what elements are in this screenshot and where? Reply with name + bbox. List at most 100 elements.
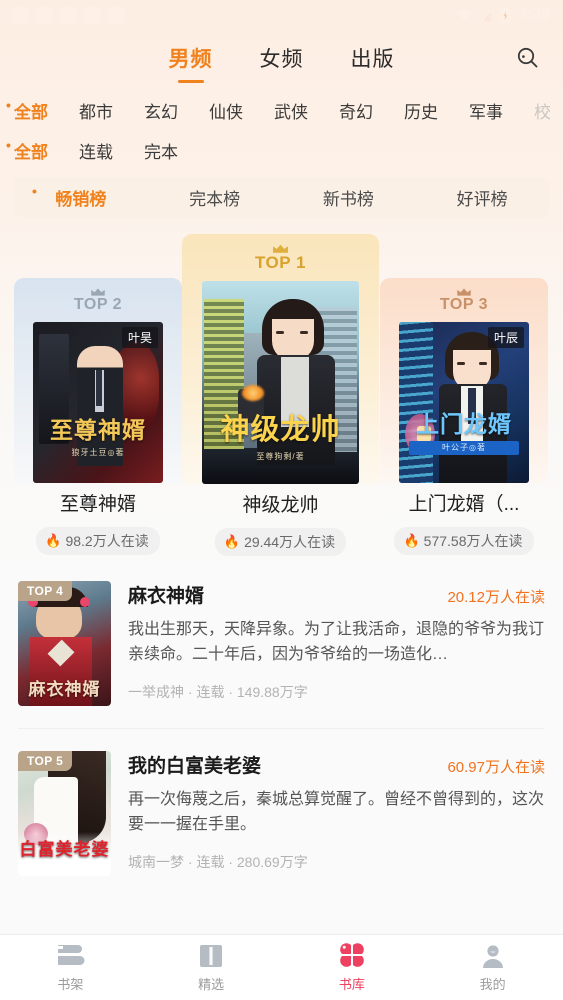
signal-off-icon bbox=[480, 8, 492, 22]
rank-badge: TOP 5 bbox=[18, 751, 73, 771]
podium-reader-count: 29.44万人在读 bbox=[244, 534, 336, 550]
list-item[interactable]: 麻衣神婿 TOP 4 麻衣神婿 20.12万人在读 我出生那天，天降异象。为了让… bbox=[18, 559, 545, 706]
genre-filter-urban[interactable]: 都市 bbox=[79, 98, 113, 123]
cover-character-name: 叶昊 bbox=[121, 326, 158, 348]
user-icon bbox=[482, 944, 503, 968]
status-placeholder-block bbox=[60, 6, 77, 24]
book-title: 麻衣神婿 bbox=[128, 586, 205, 607]
genre-filter-history[interactable]: 历史 bbox=[404, 98, 438, 123]
top-tab-bar: 男频 女频 出版 bbox=[0, 30, 563, 85]
podium-book-title: 至尊神婿 bbox=[59, 494, 136, 515]
podium-reader-count-pill: 🔥 29.44万人在读 bbox=[214, 528, 347, 556]
rank-tab-praised[interactable]: 好评榜 bbox=[415, 185, 549, 210]
genre-filter-fantasy[interactable]: 奇幻 bbox=[339, 98, 373, 123]
cover-title: 麻衣神婿 bbox=[28, 680, 101, 699]
book-cover-rank3[interactable]: 叶辰 上门龙婿 叶公子◎著 bbox=[399, 321, 529, 483]
reader-count: 20.12万人在读 bbox=[447, 589, 545, 606]
rank-tab-new[interactable]: 新书榜 bbox=[282, 185, 416, 210]
rank-badge: TOP 4 bbox=[18, 581, 73, 601]
podium-section: TOP 2 叶昊 至尊神婿 狼牙土豆◎著 TOP 1 神级龙帅 至尊狗剩/著 T… bbox=[0, 234, 563, 559]
book-cover-rank2[interactable]: 叶昊 至尊神婿 狼牙土豆◎著 bbox=[33, 321, 163, 483]
book-meta: 一举成神 · 连载 · 149.88万字 bbox=[128, 684, 308, 700]
status-bar-time: 3:39 bbox=[517, 6, 551, 23]
nav-profile[interactable]: 我的 bbox=[422, 943, 563, 993]
tab-publications[interactable]: 出版 bbox=[351, 43, 395, 73]
book-cover-rank4[interactable]: 麻衣神婿 TOP 4 bbox=[18, 581, 111, 706]
status-filter-completed[interactable]: 完本 bbox=[144, 138, 178, 163]
status-filter-ongoing[interactable]: 连载 bbox=[79, 138, 113, 163]
genre-filter-all[interactable]: 全部 bbox=[6, 97, 48, 123]
genre-filter-row[interactable]: 全部 都市 玄幻 仙侠 武侠 奇幻 历史 军事 校 bbox=[0, 93, 563, 127]
clover-icon bbox=[339, 943, 364, 967]
cover-title: 白富美老婆 bbox=[19, 840, 110, 859]
genre-filter-campus[interactable]: 校 bbox=[534, 98, 551, 123]
status-placeholder-block bbox=[84, 6, 101, 24]
cover-character-name: 叶辰 bbox=[487, 326, 524, 348]
status-filter-row[interactable]: 全部 连载 完本 bbox=[0, 133, 563, 167]
rank-tab-bar: 畅销榜 完本榜 新书榜 好评榜 bbox=[14, 177, 549, 217]
book-title: 我的白富美老婆 bbox=[128, 756, 262, 777]
podium-card-rank3[interactable]: TOP 3 叶辰 上门龙婿 叶公子◎著 bbox=[380, 278, 548, 483]
wifi-icon bbox=[456, 9, 473, 21]
battery-charging-icon bbox=[500, 7, 510, 23]
book-cover-rank5[interactable]: 白富美老婆 TOP 5 bbox=[18, 751, 111, 876]
podium-rank-label: TOP 1 bbox=[254, 253, 306, 272]
nav-library[interactable]: 书库 bbox=[282, 942, 423, 993]
books-stack-icon bbox=[58, 944, 85, 965]
book-description: 再一次侮蔑之后，秦城总算觉醒了。曾经不曾得到的，这次要一一握在手里。 bbox=[128, 791, 545, 833]
book-description: 我出生那天，天降异象。为了让我活命，退隐的爷爷为我订亲续命。二十年后，因为爷爷给… bbox=[128, 621, 545, 663]
podium-rank-label: TOP 2 bbox=[73, 295, 123, 313]
open-book-icon bbox=[200, 944, 223, 967]
podium-book-info-rank1[interactable]: 神级龙帅 🔥 29.44万人在读 bbox=[182, 490, 379, 556]
book-list: 麻衣神婿 TOP 4 麻衣神婿 20.12万人在读 我出生那天，天降异象。为了让… bbox=[0, 559, 563, 934]
cover-title: 至尊神婿 bbox=[50, 417, 146, 443]
podium-rank-label: TOP 3 bbox=[439, 295, 489, 313]
genre-filter-xuanhuan[interactable]: 玄幻 bbox=[144, 98, 178, 123]
podium-book-title: 神级龙帅 bbox=[242, 495, 319, 516]
search-icon bbox=[517, 47, 538, 67]
book-meta: 城南一梦 · 连载 · 280.69万字 bbox=[128, 854, 308, 870]
podium-card-rank2[interactable]: TOP 2 叶昊 至尊神婿 狼牙土豆◎著 bbox=[14, 278, 182, 483]
nav-label: 我的 bbox=[479, 976, 506, 992]
podium-reader-count: 577.58万人在读 bbox=[423, 533, 523, 549]
status-filter-all[interactable]: 全部 bbox=[6, 137, 48, 163]
status-placeholder-block bbox=[108, 6, 125, 24]
podium-book-info-rank2[interactable]: 至尊神婿 🔥 98.2万人在读 bbox=[14, 489, 182, 555]
nav-label: 书库 bbox=[338, 977, 365, 992]
nav-featured[interactable]: 精选 bbox=[141, 943, 282, 993]
podium-book-info-rank3[interactable]: 上门龙婿（... 🔥 577.58万人在读 bbox=[380, 489, 548, 555]
podium-book-title: 上门龙婿（... bbox=[408, 494, 520, 515]
podium-reader-count-pill: 🔥 98.2万人在读 bbox=[36, 527, 160, 555]
status-placeholder-block bbox=[36, 6, 53, 24]
status-placeholder-block bbox=[12, 6, 29, 24]
search-button[interactable] bbox=[513, 43, 543, 73]
status-bar-placeholder-icons bbox=[12, 6, 125, 24]
nav-label: 精选 bbox=[198, 976, 225, 992]
flame-icon: 🔥 bbox=[403, 533, 420, 548]
genre-filter-military[interactable]: 军事 bbox=[469, 98, 503, 123]
podium-card-rank1[interactable]: TOP 1 神级龙帅 至尊狗剩/著 bbox=[182, 234, 379, 484]
podium-reader-count-pill: 🔥 577.58万人在读 bbox=[394, 527, 534, 555]
genre-filter-xianxia[interactable]: 仙侠 bbox=[209, 98, 243, 123]
cover-author: 至尊狗剩/著 bbox=[256, 452, 305, 461]
reader-count: 60.97万人在读 bbox=[447, 759, 545, 776]
flame-icon: 🔥 bbox=[223, 534, 241, 549]
bottom-navigation-bar: 书架 精选 书库 我的 bbox=[0, 934, 563, 1000]
flame-icon: 🔥 bbox=[45, 533, 62, 548]
list-item[interactable]: 白富美老婆 TOP 5 我的白富美老婆 60.97万人在读 再一次侮蔑之后，秦城… bbox=[18, 728, 545, 876]
nav-bookshelf[interactable]: 书架 bbox=[0, 943, 141, 993]
nav-label: 书架 bbox=[57, 976, 84, 992]
rank-tab-bestseller[interactable]: 畅销榜 bbox=[14, 183, 148, 210]
rank-tab-completed[interactable]: 完本榜 bbox=[148, 185, 282, 210]
cover-author: 叶公子◎著 bbox=[442, 443, 486, 452]
cover-author: 狼牙土豆◎著 bbox=[71, 448, 125, 457]
podium-reader-count: 98.2万人在读 bbox=[65, 533, 149, 549]
tab-male-channel[interactable]: 男频 bbox=[169, 43, 213, 73]
book-cover-rank1[interactable]: 神级龙帅 至尊狗剩/著 bbox=[202, 281, 359, 484]
tab-female-channel[interactable]: 女频 bbox=[260, 43, 304, 73]
app-root: 3:39 男频 女频 出版 全部 都市 玄幻 仙侠 武侠 奇幻 历史 军事 校 … bbox=[0, 0, 563, 1000]
status-bar: 3:39 bbox=[0, 0, 563, 30]
cover-title: 神级龙帅 bbox=[220, 414, 341, 446]
cover-title: 上门龙婿 bbox=[416, 411, 512, 437]
genre-filter-wuxia[interactable]: 武侠 bbox=[274, 98, 308, 123]
